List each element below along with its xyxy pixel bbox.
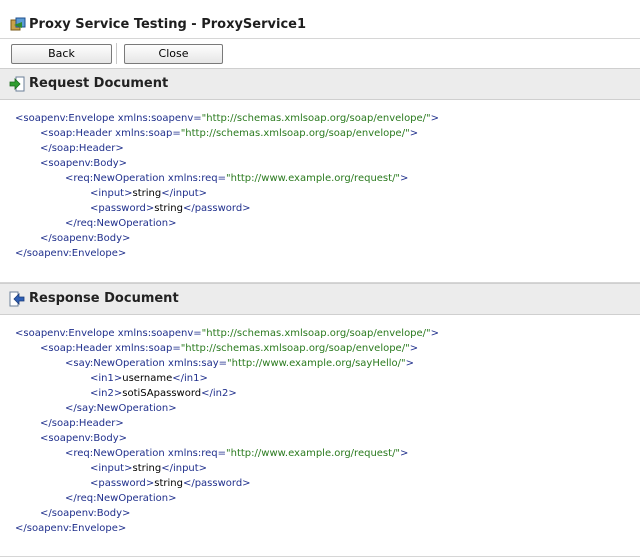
response-arrow-icon	[9, 291, 25, 307]
xml-attribute: xmlns:soap=	[115, 343, 181, 354]
xml-attribute-value: "http://www.example.org/sayHello/"	[227, 358, 406, 369]
response-xml-line: <soapenv:Envelope xmlns:soapenv="http://…	[15, 326, 439, 341]
response-xml-line: </soapenv:Envelope>	[15, 521, 439, 536]
xml-text: string	[132, 463, 162, 474]
xml-attribute: xmlns:soapenv=	[117, 328, 202, 339]
response-xml-line: <input>string</input>	[15, 461, 439, 476]
xml-attribute: xmlns:req=	[167, 448, 227, 459]
xml-tag: <say:NewOperation	[65, 358, 169, 369]
xml-tag: <soapenv:Body>	[40, 158, 128, 169]
response-xml-line: </soapenv:Body>	[15, 506, 439, 521]
response-document-body: <soapenv:Envelope xmlns:soapenv="http://…	[15, 326, 439, 536]
toolbar-separator	[116, 43, 117, 64]
xml-attribute-value: "http://schemas.xmlsoap.org/soap/envelop…	[180, 343, 410, 354]
xml-tag: </soap:Header>	[40, 418, 124, 429]
request-xml-line: <soapenv:Envelope xmlns:soapenv="http://…	[15, 111, 439, 126]
xml-tag: <in2>	[90, 388, 123, 399]
xml-tag: </soapenv:Envelope>	[15, 523, 127, 534]
xml-tag: <soap:Header	[40, 128, 116, 139]
xml-tag: >	[400, 448, 409, 459]
response-xml-line: <password>string</password>	[15, 476, 439, 491]
xml-text: string	[154, 478, 183, 489]
xml-attribute-value: "http://schemas.xmlsoap.org/soap/envelop…	[180, 128, 410, 139]
xml-tag: <input>	[90, 463, 133, 474]
response-xml-line: <soapenv:Body>	[15, 431, 439, 446]
request-xml-line: <password>string</password>	[15, 201, 439, 216]
response-xml-line: </soap:Header>	[15, 416, 439, 431]
xml-tag: </req:NewOperation>	[65, 493, 177, 504]
xml-text: string	[132, 188, 162, 199]
xml-tag: <req:NewOperation	[65, 173, 168, 184]
back-button[interactable]: Back	[11, 44, 112, 64]
xml-tag: <input>	[90, 188, 133, 199]
xml-tag: </input>	[161, 188, 208, 199]
xml-tag: <soap:Header	[40, 343, 116, 354]
close-button[interactable]: Close	[124, 44, 223, 64]
xml-tag: <soapenv:Envelope	[15, 328, 118, 339]
toolbar: Back Close	[0, 38, 640, 69]
request-document-body: <soapenv:Envelope xmlns:soapenv="http://…	[15, 111, 439, 261]
xml-tag: <soapenv:Body>	[40, 433, 128, 444]
request-xml-line: <req:NewOperation xmlns:req="http://www.…	[15, 171, 439, 186]
xml-tag: >	[409, 343, 419, 354]
request-xml-line: </req:NewOperation>	[15, 216, 439, 231]
xml-tag: <password>	[90, 203, 155, 214]
xml-tag: </req:NewOperation>	[65, 218, 177, 229]
xml-tag: >	[409, 128, 419, 139]
request-xml-line: <soap:Header xmlns:soap="http://schemas.…	[15, 126, 439, 141]
bottom-divider	[0, 556, 640, 557]
response-xml-line: <req:NewOperation xmlns:req="http://www.…	[15, 446, 439, 461]
response-xml-line: </req:NewOperation>	[15, 491, 439, 506]
xml-tag: </soap:Header>	[40, 143, 124, 154]
xml-attribute-value: "http://schemas.xmlsoap.org/soap/envelop…	[201, 328, 431, 339]
xml-tag: >	[405, 358, 415, 369]
request-xml-line: </soapenv:Envelope>	[15, 246, 439, 261]
xml-attribute-value: "http://www.example.org/request/"	[226, 173, 401, 184]
request-xml-line: </soapenv:Body>	[15, 231, 439, 246]
xml-tag: </soapenv:Body>	[40, 233, 131, 244]
xml-attribute: xmlns:req=	[167, 173, 227, 184]
response-xml-line: <say:NewOperation xmlns:say="http://www.…	[15, 356, 439, 371]
response-xml-line: <in2>sotiSApassword</in2>	[15, 386, 439, 401]
response-xml-line: <soap:Header xmlns:soap="http://schemas.…	[15, 341, 439, 356]
proxy-service-icon	[10, 17, 26, 31]
window-title-bar: Proxy Service Testing - ProxyService1	[0, 8, 640, 38]
xml-tag: <password>	[90, 478, 155, 489]
request-xml-line: </soap:Header>	[15, 141, 439, 156]
request-section-header: Request Document	[0, 68, 640, 100]
request-xml-line: <soapenv:Body>	[15, 156, 439, 171]
response-section-header: Response Document	[0, 283, 640, 315]
xml-tag: </password>	[182, 478, 251, 489]
xml-tag: </input>	[161, 463, 208, 474]
xml-tag: </say:NewOperation>	[65, 403, 177, 414]
xml-tag: </in1>	[172, 373, 208, 384]
xml-tag: >	[430, 328, 440, 339]
xml-tag: <soapenv:Envelope	[15, 113, 118, 124]
request-document-title: Request Document	[29, 76, 169, 91]
request-arrow-icon	[9, 76, 25, 92]
xml-tag: <in1>	[90, 373, 123, 384]
xml-attribute-value: "http://schemas.xmlsoap.org/soap/envelop…	[201, 113, 431, 124]
xml-tag: </password>	[182, 203, 251, 214]
xml-text: username	[122, 373, 173, 384]
xml-attribute: xmlns:soap=	[115, 128, 181, 139]
xml-tag: </soapenv:Envelope>	[15, 248, 127, 259]
xml-text: string	[154, 203, 183, 214]
response-xml-line: <in1>username</in1>	[15, 371, 439, 386]
xml-attribute-value: "http://www.example.org/request/"	[226, 448, 401, 459]
xml-attribute: xmlns:soapenv=	[117, 113, 202, 124]
xml-tag: </soapenv:Body>	[40, 508, 131, 519]
xml-text: sotiSApassword	[122, 388, 202, 399]
response-xml-line: </say:NewOperation>	[15, 401, 439, 416]
xml-tag: </in2>	[201, 388, 237, 399]
xml-attribute: xmlns:say=	[168, 358, 228, 369]
page-title: Proxy Service Testing - ProxyService1	[29, 17, 307, 32]
xml-tag: <req:NewOperation	[65, 448, 168, 459]
xml-tag: >	[430, 113, 440, 124]
xml-tag: >	[400, 173, 409, 184]
request-xml-line: <input>string</input>	[15, 186, 439, 201]
response-document-title: Response Document	[29, 291, 179, 306]
